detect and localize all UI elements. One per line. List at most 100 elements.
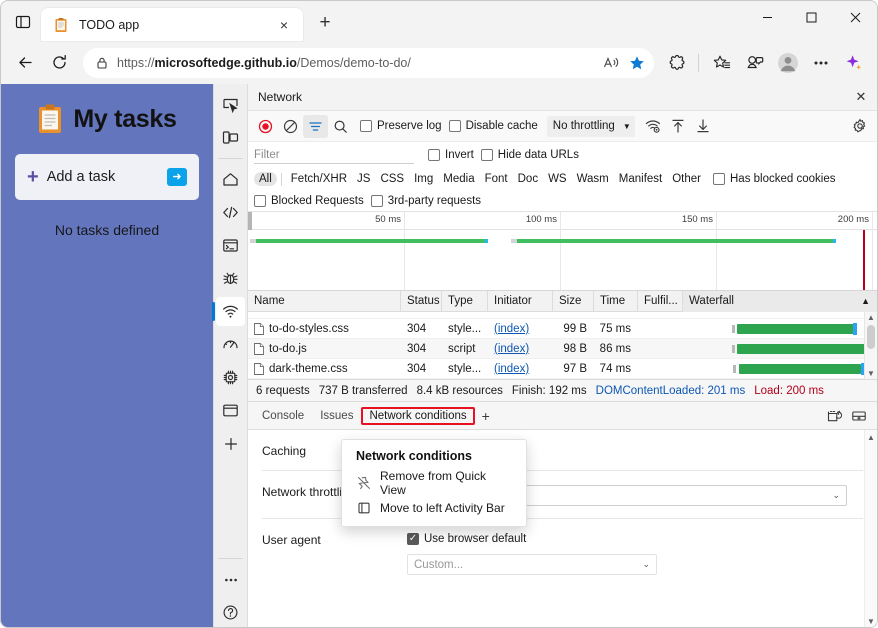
more-tools-icon[interactable] [216, 565, 245, 594]
memory-icon[interactable] [216, 363, 245, 392]
drawer-tab-console[interactable]: Console [254, 407, 312, 425]
timeline-left-grip[interactable] [248, 212, 252, 230]
drawer-scrollbar[interactable]: ▲ ▼ [864, 430, 877, 627]
type-filter-wasm[interactable]: Wasm [572, 172, 614, 186]
type-filter-font[interactable]: Font [480, 172, 513, 186]
cell-initiator[interactable]: (index) [488, 363, 553, 375]
profile-icon[interactable] [773, 48, 803, 78]
scroll-down-icon[interactable]: ▼ [867, 616, 875, 627]
type-filter-fetch-xhr[interactable]: Fetch/XHR [286, 172, 352, 186]
drawer-tab-issues[interactable]: Issues [312, 407, 361, 425]
scroll-up-icon[interactable]: ▲ [867, 432, 875, 443]
record-stop-icon[interactable] [253, 115, 278, 138]
back-icon[interactable] [9, 47, 41, 79]
inspect-tool-icon[interactable] [216, 90, 245, 119]
url-input[interactable]: https://microsoftedge.github.io/Demos/de… [83, 47, 654, 78]
add-panel-icon[interactable] [216, 429, 245, 458]
maximize-button[interactable] [789, 1, 833, 33]
read-aloud-icon[interactable] [598, 50, 624, 76]
console-icon[interactable] [216, 231, 245, 260]
table-row[interactable]: to-do-styles.css 304 style... (index) 99… [248, 319, 877, 339]
browser-tab[interactable]: TODO app × [41, 8, 303, 41]
requests-scrollbar[interactable]: ▲ ▼ [864, 312, 877, 379]
table-row[interactable]: dark-theme.css 304 style... (index) 97 B… [248, 359, 877, 379]
minimize-button[interactable] [745, 1, 789, 33]
dock-drawer-icon[interactable] [846, 404, 871, 427]
device-emulation-icon[interactable] [216, 123, 245, 152]
type-filter-all[interactable]: All [254, 172, 277, 186]
context-menu-item-remove-from-quick-view[interactable]: Remove from Quick View [342, 469, 526, 497]
scroll-down-icon[interactable]: ▼ [867, 368, 875, 379]
type-filter-manifest[interactable]: Manifest [614, 172, 667, 186]
elements-icon[interactable] [216, 198, 245, 227]
scrollbar-thumb[interactable] [867, 325, 875, 349]
type-filter-media[interactable]: Media [438, 172, 479, 186]
column-type[interactable]: Type [442, 290, 488, 312]
performance-icon[interactable] [216, 330, 245, 359]
type-filter-ws[interactable]: WS [543, 172, 572, 186]
favorite-star-icon[interactable] [624, 50, 650, 76]
filter-icon[interactable] [303, 114, 328, 138]
column-time[interactable]: Time [594, 290, 638, 312]
close-devtools-icon[interactable]: ✕ [849, 86, 873, 108]
disable-cache-checkbox[interactable]: Disable cache [448, 120, 538, 132]
tab-actions-icon[interactable] [9, 8, 37, 36]
reload-icon[interactable] [43, 47, 75, 79]
browser-essentials-icon[interactable] [740, 48, 770, 78]
import-har-icon[interactable] [666, 115, 691, 138]
invert-checkbox[interactable]: Invert [428, 149, 474, 161]
home-icon[interactable] [216, 165, 245, 194]
column-waterfall[interactable]: Waterfall ▲ [683, 290, 877, 312]
table-row[interactable]: to-do.js 304 script (index) 98 B 86 ms [248, 339, 877, 359]
blocked-requests-checkbox[interactable]: Blocked Requests [254, 194, 364, 207]
collections-icon[interactable] [707, 48, 737, 78]
initiator-link[interactable]: (index) [494, 323, 529, 335]
application-icon[interactable] [216, 396, 245, 425]
context-menu-item-move-to-left-activity-bar[interactable]: Move to left Activity Bar [342, 495, 526, 520]
restore-drawer-icon[interactable] [821, 404, 846, 427]
throttling-dropdown[interactable]: No throttling ▼ [546, 115, 635, 137]
type-filter-doc[interactable]: Doc [513, 172, 543, 186]
search-icon[interactable] [328, 115, 353, 138]
column-initiator[interactable]: Initiator [488, 290, 553, 312]
network-overview-timeline[interactable]: 50 ms 100 ms 150 ms 200 ms [248, 212, 877, 291]
column-name[interactable]: Name [248, 290, 401, 312]
filter-input[interactable] [254, 146, 414, 164]
sources-debugger-icon[interactable] [216, 264, 245, 293]
cell-initiator[interactable]: (index) [488, 343, 553, 355]
initiator-link[interactable]: (index) [494, 343, 529, 355]
settings-more-icon[interactable] [806, 48, 836, 78]
type-filter-other[interactable]: Other [667, 172, 706, 186]
column-size[interactable]: Size [553, 290, 594, 312]
third-party-requests-checkbox[interactable]: 3rd-party requests [370, 194, 481, 207]
add-task-button[interactable]: + Add a task ➜ [15, 154, 199, 200]
cell-initiator[interactable]: (index) [488, 323, 553, 335]
type-filter-js[interactable]: JS [352, 172, 375, 186]
column-fulfilled[interactable]: Fulfil... [638, 290, 683, 312]
submit-task-icon[interactable]: ➜ [167, 168, 187, 186]
close-window-button[interactable] [833, 1, 877, 33]
new-tab-button[interactable]: + [311, 9, 339, 37]
close-tab-icon[interactable]: × [273, 14, 295, 36]
column-status[interactable]: Status [401, 290, 442, 312]
type-filter-css[interactable]: CSS [375, 172, 409, 186]
scroll-up-icon[interactable]: ▲ [867, 312, 875, 323]
preserve-log-checkbox[interactable]: Preserve log [360, 120, 442, 132]
add-drawer-tab-button[interactable]: + [475, 408, 497, 424]
drawer-tab-network-conditions[interactable]: Network conditions [361, 406, 475, 425]
help-icon[interactable] [216, 598, 245, 627]
has-blocked-cookies-checkbox[interactable]: Has blocked cookies [713, 173, 835, 185]
type-filter-img[interactable]: Img [409, 172, 438, 186]
hide-data-urls-checkbox[interactable]: Hide data URLs [480, 149, 579, 161]
use-browser-default-checkbox[interactable]: Use browser default [407, 533, 847, 545]
export-har-icon[interactable] [691, 115, 716, 138]
network-conditions-icon[interactable] [641, 115, 666, 138]
extensions-icon[interactable] [663, 48, 693, 78]
copilot-icon[interactable] [839, 48, 869, 78]
network-icon[interactable] [212, 297, 245, 326]
lock-icon[interactable] [91, 52, 113, 74]
gear-icon[interactable] [847, 115, 872, 138]
initiator-link[interactable]: (index) [494, 363, 529, 375]
custom-user-agent-select[interactable]: Custom... ⌄ [407, 554, 657, 575]
clear-icon[interactable] [278, 115, 303, 138]
